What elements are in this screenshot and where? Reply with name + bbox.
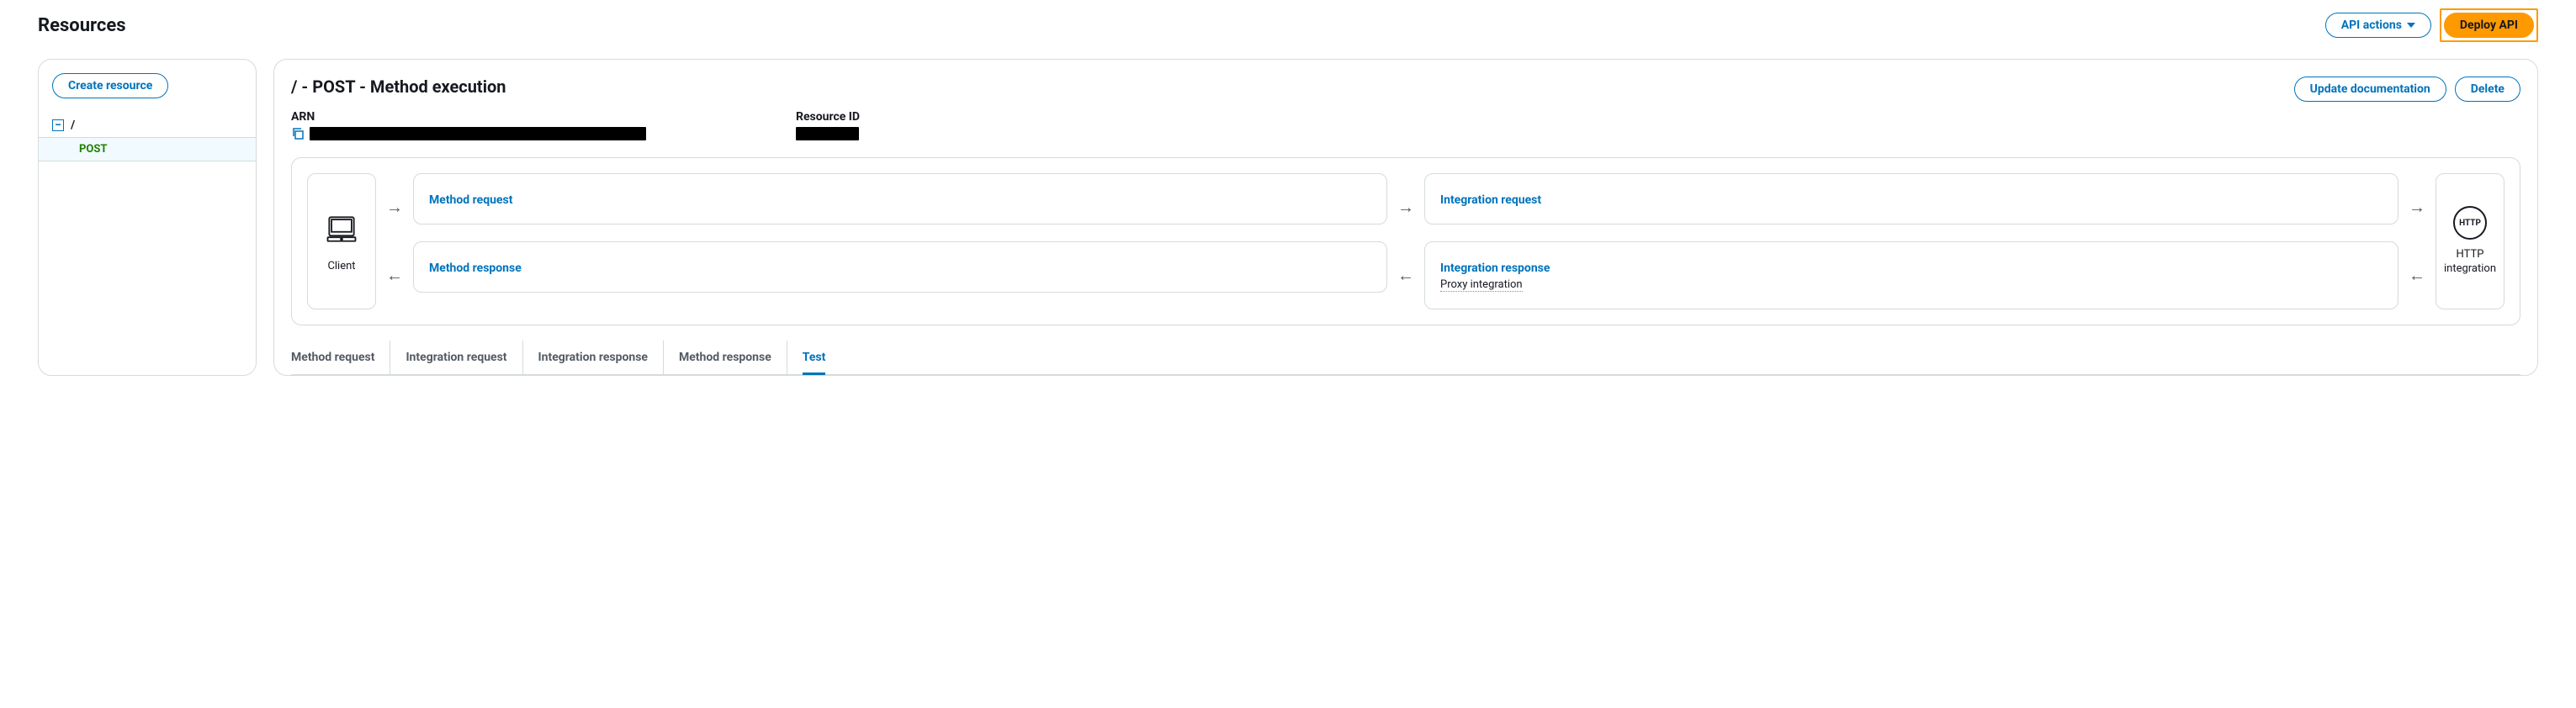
meta-row: ARN Resource ID <box>291 110 2520 140</box>
arrow-col-3: → ← <box>2409 173 2425 309</box>
page-header: Resources API actions Deploy API <box>38 8 2538 42</box>
integration-response-box[interactable]: Integration response Proxy integration <box>1424 241 2398 309</box>
http-integration-label: HTTP integration <box>2440 248 2500 277</box>
method-request-box[interactable]: Method request <box>413 173 1387 225</box>
arrow-left-icon: ← <box>1397 265 1414 286</box>
api-actions-label: API actions <box>2341 18 2402 32</box>
root-path-label: / <box>71 119 75 132</box>
tab-method-response[interactable]: Method response <box>679 341 787 374</box>
arrow-col-2: → ← <box>1397 173 1414 309</box>
arn-label: ARN <box>291 110 796 124</box>
tab-integration-request[interactable]: Integration request <box>405 341 522 374</box>
method-response-box[interactable]: Method response <box>413 241 1387 293</box>
integration-response-sub: Proxy integration <box>1440 278 1523 292</box>
page-title: Resources <box>38 15 126 36</box>
method-request-link[interactable]: Method request <box>429 193 512 207</box>
header-actions: API actions Deploy API <box>2325 8 2538 42</box>
tab-test[interactable]: Test <box>803 341 826 374</box>
arrow-left-icon: ← <box>386 265 403 286</box>
arn-value <box>291 127 796 140</box>
arn-redacted <box>310 127 646 140</box>
integration-col: Integration request Integration response… <box>1424 173 2398 309</box>
arrow-left-icon: ← <box>2409 265 2425 286</box>
chevron-down-icon <box>2407 23 2415 28</box>
arn-block: ARN <box>291 110 796 140</box>
http-icon: HTTP <box>2453 206 2487 240</box>
flow-diagram: Client → ← Method request Method respons… <box>291 157 2520 325</box>
api-actions-button[interactable]: API actions <box>2325 13 2431 38</box>
main-header: / - POST - Method execution Update docum… <box>291 77 2520 102</box>
copy-icon[interactable] <box>291 127 305 140</box>
page-layout: Create resource − / POST / - POST - Meth… <box>38 59 2538 376</box>
tab-method-request[interactable]: Method request <box>291 341 390 374</box>
arrow-right-icon: → <box>386 197 403 218</box>
delete-button[interactable]: Delete <box>2455 77 2520 102</box>
arrow-right-icon: → <box>1397 197 1414 218</box>
method-response-link[interactable]: Method response <box>429 262 522 275</box>
main-title: / - POST - Method execution <box>291 77 506 97</box>
tab-integration-response[interactable]: Integration response <box>538 341 664 374</box>
integration-request-link[interactable]: Integration request <box>1440 193 1541 207</box>
http-endpoint: HTTP HTTP integration <box>2436 173 2504 309</box>
method-tabs: Method request Integration request Integ… <box>291 341 2520 375</box>
integration-request-box[interactable]: Integration request <box>1424 173 2398 225</box>
update-documentation-button[interactable]: Update documentation <box>2294 77 2446 102</box>
resource-id-label: Resource ID <box>796 110 1301 124</box>
deploy-api-highlight: Deploy API <box>2440 8 2538 42</box>
main-actions: Update documentation Delete <box>2294 77 2520 102</box>
integration-response-link[interactable]: Integration response <box>1440 262 1550 275</box>
collapse-icon[interactable]: − <box>52 119 64 131</box>
resource-tree: − / POST <box>39 114 256 161</box>
computer-icon <box>323 211 360 251</box>
client-endpoint: Client <box>307 173 376 309</box>
tree-method-post[interactable]: POST <box>39 137 256 161</box>
tree-root[interactable]: − / <box>39 114 256 137</box>
resource-id-value <box>796 127 1301 140</box>
resources-sidebar: Create resource − / POST <box>38 59 257 376</box>
client-label: Client <box>327 260 355 272</box>
create-resource-button[interactable]: Create resource <box>52 73 168 98</box>
resource-id-block: Resource ID <box>796 110 1301 140</box>
arrow-right-icon: → <box>2409 197 2425 218</box>
arrow-col-1: → ← <box>386 173 403 309</box>
method-col: Method request Method response <box>413 173 1387 309</box>
main-panel: / - POST - Method execution Update docum… <box>273 59 2538 376</box>
deploy-api-button[interactable]: Deploy API <box>2444 13 2534 38</box>
resource-id-redacted <box>796 127 859 140</box>
